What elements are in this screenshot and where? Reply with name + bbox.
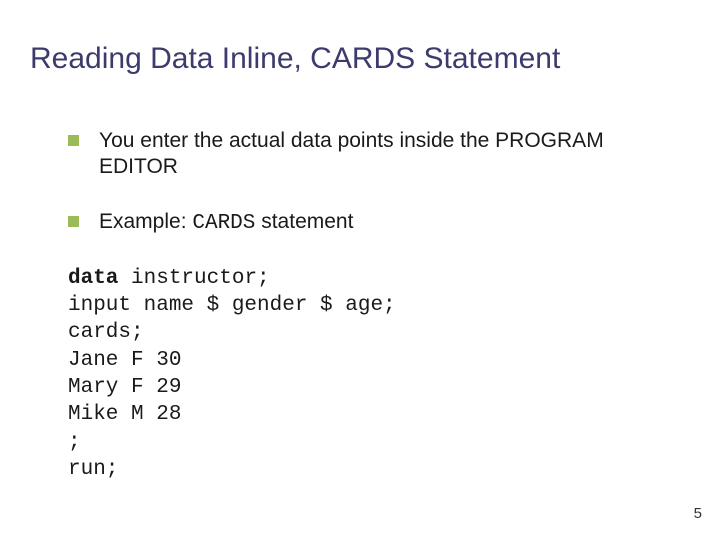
bullet-item: Example: CARDS statement: [68, 209, 680, 237]
slide-title: Reading Data Inline, CARDS Statement: [30, 42, 700, 76]
bullet-code-word: CARDS: [192, 212, 255, 235]
code-text: instructor;: [118, 267, 269, 290]
bullet-suffix: statement: [255, 210, 353, 233]
code-keyword: data: [68, 267, 118, 290]
bullet-item: You enter the actual data points inside …: [68, 128, 680, 181]
code-line: run;: [68, 458, 118, 481]
slide-body: You enter the actual data points inside …: [68, 128, 680, 483]
code-line: Mike M 28: [68, 403, 181, 426]
bullet-square-icon: [68, 135, 79, 146]
slide: Reading Data Inline, CARDS Statement You…: [0, 0, 720, 540]
code-line: Jane F 30: [68, 349, 181, 372]
code-line: cards;: [68, 321, 144, 344]
bullet-prefix: Example:: [99, 210, 192, 233]
code-block: data instructor; input name $ gender $ a…: [68, 265, 680, 483]
bullet-square-icon: [68, 216, 79, 227]
code-line: ;: [68, 431, 81, 454]
code-line: input name $ gender $ age;: [68, 294, 396, 317]
code-line: Mary F 29: [68, 376, 181, 399]
bullet-text: You enter the actual data points inside …: [99, 128, 680, 181]
bullet-text: Example: CARDS statement: [99, 209, 680, 237]
page-number: 5: [694, 505, 702, 522]
